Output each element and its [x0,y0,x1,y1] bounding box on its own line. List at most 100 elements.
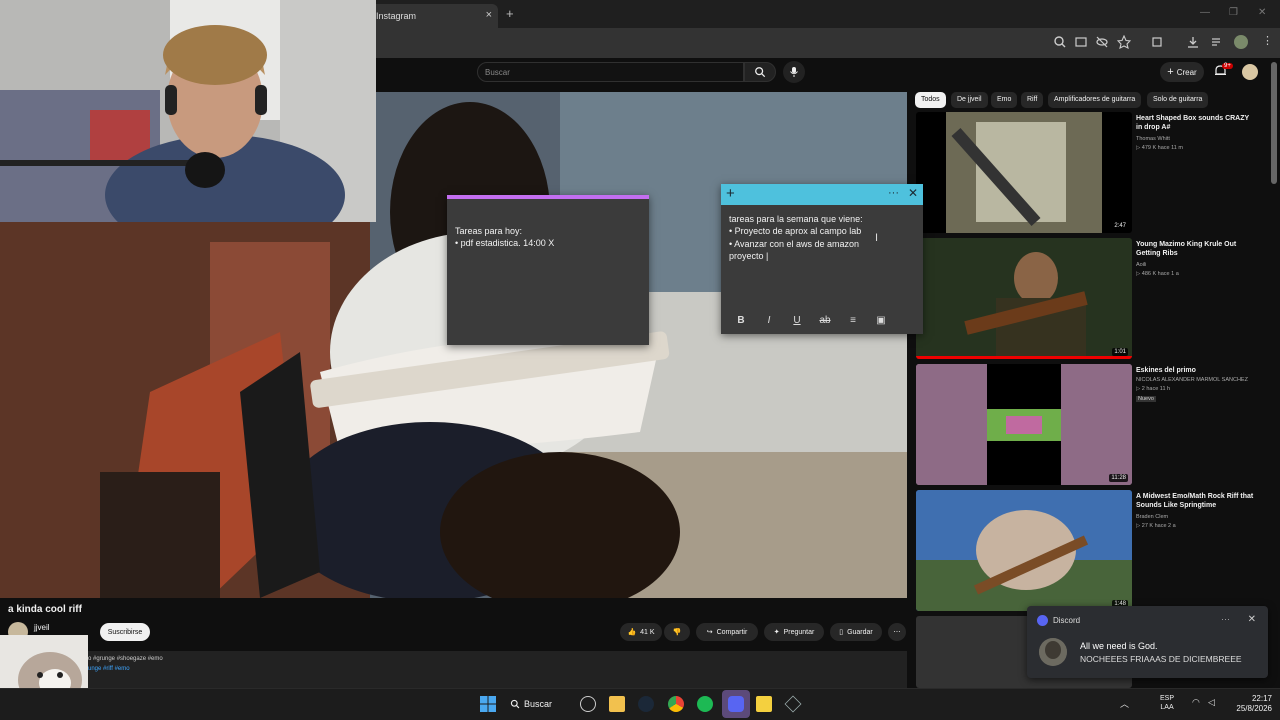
like-button[interactable]: 👍 41 K [620,623,662,641]
new-tab-button[interactable]: + [506,6,514,21]
image-button[interactable]: ▣ [867,315,895,326]
discord-notification[interactable]: Discord ··· ✕ All we need is God. NOCHEE… [1027,606,1268,678]
tray-chevron-icon[interactable]: ︿ [1120,697,1129,710]
media-icon[interactable] [1210,35,1224,49]
tab-close-icon[interactable]: × [486,9,492,21]
rec-channel[interactable]: NICOLAS ALEXANDER MARMOL SANCHEZ [1136,376,1266,385]
zoom-icon[interactable] [1053,35,1067,49]
save-button[interactable]: ▯ Guardar [830,623,882,641]
chip-emo[interactable]: Emo [991,92,1018,108]
eye-off-icon[interactable] [1095,35,1109,49]
chip-amplificadores[interactable]: Amplificadores de guitarra [1048,92,1142,108]
rec-channel[interactable]: Thomas Whitt [1136,135,1170,144]
note-text[interactable]: tareas para la semana que viene: • Proye… [721,205,923,263]
share-button[interactable]: ↪ Compartir [696,623,758,641]
rec-title[interactable]: A Midwest Emo/Math Rock Riff that Sounds… [1136,492,1254,510]
steam-icon[interactable] [638,696,654,712]
close-note-icon[interactable]: ✕ [908,186,918,200]
rec-title[interactable]: Eskines del primo [1136,366,1254,375]
note-line: proyecto | [729,251,769,262]
note-line: • Avanzar con el aws de amazon [729,238,860,249]
chrome-icon[interactable] [668,696,684,712]
rec-thumbnail[interactable]: 1:01 [916,238,1132,359]
wifi-icon[interactable]: ◠ [1192,697,1200,708]
cast-icon[interactable] [1074,35,1088,49]
minimize-icon[interactable]: — [1200,7,1210,18]
avatar[interactable] [1242,64,1258,80]
rec-channel[interactable]: Aoili [1136,261,1146,270]
rec-title[interactable]: Young Mazimo King Krule Out Getting Ribs [1136,240,1254,258]
description-hashtags[interactable]: unge #riff #emo [88,666,130,672]
more-options-icon[interactable]: ··· [1221,614,1230,624]
browser-tab[interactable]: Instagram × [368,4,498,28]
strikethrough-button[interactable]: ab [811,315,839,326]
underline-button[interactable]: U [783,315,811,326]
search-icon [510,699,520,709]
sticky-notes-icon[interactable] [756,696,772,712]
star-icon[interactable] [1117,35,1131,49]
volume-icon[interactable]: ◁ [1208,697,1215,708]
chip-de-jjveil[interactable]: De jjveil [951,92,988,108]
maximize-icon[interactable]: ❐ [1229,7,1238,18]
duration-badge: 1:01 [1112,348,1128,356]
note-line: • Proyecto de aprox al campo lab [729,226,862,237]
sticky-note-week[interactable]: + ··· ✕ tareas para la semana que viene:… [721,184,923,334]
ask-button[interactable]: ✦ Preguntar [764,623,824,641]
window-close-icon[interactable]: ✕ [1258,7,1266,18]
discord-taskbar-icon[interactable] [728,696,744,712]
add-note-icon[interactable]: + [726,186,735,201]
rec-stats: ▷ 27 K hace 2 a [1136,523,1176,529]
dislike-button[interactable]: 👎 [664,623,690,641]
subscribe-button[interactable]: Suscribirse [100,623,150,641]
list-button[interactable]: ≡ [839,315,867,326]
save-label: Guardar [847,628,873,636]
search-input[interactable]: Buscar [477,62,744,82]
rec-stats: ▷ 2 hace 11 h [1136,386,1171,392]
browser-tab-title: Instagram [376,11,417,21]
keyboard-language[interactable]: ESP LAA [1160,694,1174,712]
scrollbar[interactable] [1271,62,1277,184]
note-text[interactable]: Tareas para hoy: • pdf estadistica. 14:0… [447,199,649,249]
ask-label: Preguntar [783,628,815,636]
notification-badge: 9+ [1222,63,1233,69]
windows-start-icon[interactable] [480,696,496,712]
rec-channel[interactable]: Braden Clem [1136,513,1168,522]
copilot-icon[interactable] [580,696,596,712]
rec-title[interactable]: Heart Shaped Box sounds CRAZY in drop A# [1136,114,1254,132]
download-icon[interactable] [1186,35,1200,49]
more-options-icon[interactable]: ··· [888,187,899,199]
rec-thumbnail[interactable]: 1:48 [916,490,1132,611]
note-header[interactable]: + ··· ✕ [721,184,923,205]
bold-button[interactable]: B [727,315,755,326]
plus-icon: + [1167,66,1174,78]
voice-search-button[interactable] [783,61,805,83]
notification-line: NOCHEEES FRIAAAS DE DICIEMBREEE [1080,654,1242,664]
create-button[interactable]: + Crear [1160,62,1204,82]
sticky-note-today[interactable]: Tareas para hoy: • pdf estadistica. 14:0… [447,195,649,345]
profile-avatar[interactable] [1234,35,1248,49]
close-icon[interactable]: ✕ [1248,614,1256,625]
channel-name[interactable]: jjveil [34,623,50,632]
chip-riff[interactable]: Riff [1021,92,1044,108]
rec-thumbnail[interactable]: 11:28 [916,364,1132,485]
extensions-icon[interactable] [1150,35,1164,49]
chip-todos[interactable]: Todos [915,92,946,108]
italic-button[interactable]: I [755,315,783,326]
new-badge: Nuevo [1136,396,1156,402]
rec-thumbnail[interactable]: 2:47 [916,112,1132,233]
like-count: 41 K [640,628,655,636]
taskbar-search[interactable]: Buscar [510,695,568,713]
language-code: ESP [1160,695,1175,702]
notification-app-name: Discord [1053,616,1081,625]
system-clock[interactable]: 22:17 25/8/2026 [1222,694,1272,714]
browser-menu-icon[interactable]: ⋮ [1262,34,1273,47]
search-button[interactable] [744,62,776,82]
file-explorer-icon[interactable] [609,696,625,712]
rec-stats: ▷ 479 K hace 11 m [1136,145,1183,151]
duration-badge: 11:28 [1109,474,1128,482]
spotify-icon[interactable] [697,696,713,712]
chip-solo-guitarra[interactable]: Solo de guitarra [1147,92,1209,108]
search-icon [755,67,766,78]
more-actions-button[interactable]: ⋯ [888,623,906,641]
video-title: a kinda cool riff [8,604,82,615]
